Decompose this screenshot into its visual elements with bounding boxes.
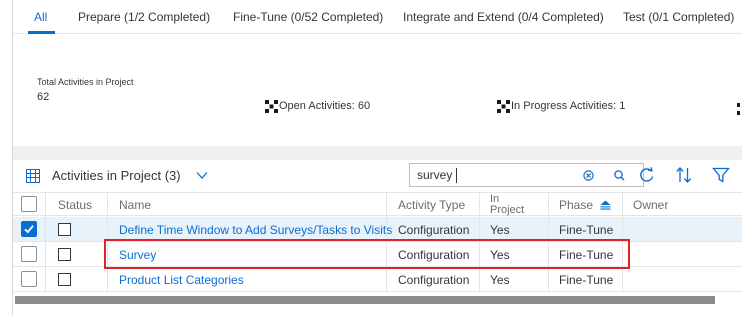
refresh-icon[interactable] <box>638 166 656 184</box>
activity-type-cell: Configuration <box>398 273 470 287</box>
project-summary-panel: Total Activities in Project 62 Open Acti… <box>13 34 742 146</box>
column-header-activity-type[interactable]: Activity Type <box>398 198 465 212</box>
sort-icon[interactable] <box>675 166 693 184</box>
select-all-checkbox[interactable] <box>21 196 37 212</box>
tab-all[interactable]: All <box>34 10 47 24</box>
table-grid-icon <box>26 169 40 183</box>
column-header-owner[interactable]: Owner <box>633 198 668 212</box>
clear-icon[interactable] <box>583 170 594 181</box>
horizontal-scrollbar[interactable] <box>15 296 715 304</box>
total-activities-value: 62 <box>37 91 50 103</box>
column-header-in-project[interactable]: In Project <box>490 194 524 216</box>
in-progress-activities-metric[interactable]: In Progress Activities: 1 <box>497 100 625 113</box>
status-checkbox[interactable] <box>58 248 71 261</box>
in-project-cell: Yes <box>490 273 510 287</box>
tab-prepare[interactable]: Prepare (1/2 Completed) <box>78 10 210 24</box>
table-header-row: Status Name Activity Type In Project Pha… <box>13 192 742 216</box>
highlight-box <box>104 239 630 269</box>
tab-test[interactable]: Test (0/1 Completed) <box>623 10 734 24</box>
row-select-checkbox[interactable] <box>21 246 37 262</box>
column-header-status[interactable]: Status <box>58 198 92 212</box>
in-progress-activities-text: In Progress Activities: 1 <box>511 100 626 112</box>
status-checkbox[interactable] <box>58 273 71 286</box>
table-toolbar: Activities in Project (3) survey <box>13 160 742 192</box>
row-select-checkbox[interactable] <box>21 271 37 287</box>
phase-cell: Fine-Tune <box>559 273 614 287</box>
activity-name-link[interactable]: Define Time Window to Add Surveys/Tasks … <box>119 223 392 237</box>
status-checkbox[interactable] <box>58 223 71 236</box>
column-header-phase[interactable]: Phase <box>559 198 611 212</box>
column-header-phase-label: Phase <box>559 198 594 212</box>
broken-image-icon <box>265 100 278 113</box>
open-activities-text: Open Activities: 60 <box>279 100 371 112</box>
table-title: Activities in Project (3) <box>52 168 181 183</box>
row-select-checkbox[interactable] <box>21 221 37 237</box>
open-activities-metric[interactable]: Open Activities: 60 <box>265 100 370 113</box>
phase-tab-bar: All Prepare (1/2 Completed) Fine-Tune (0… <box>13 0 742 34</box>
overflow-metric-icon <box>737 103 740 115</box>
table-row[interactable]: Product List Categories Configuration Ye… <box>13 267 742 292</box>
tab-fine-tune[interactable]: Fine-Tune (0/52 Completed) <box>233 10 383 24</box>
search-icon[interactable] <box>613 169 626 182</box>
text-cursor <box>456 168 457 183</box>
in-project-cell: Yes <box>490 223 510 237</box>
column-header-in-project-line2: Project <box>490 204 525 216</box>
activities-table: Activities in Project (3) survey Status … <box>13 160 742 315</box>
total-activities-label: Total Activities in Project <box>37 77 134 87</box>
check-icon <box>24 225 34 234</box>
activity-name-link[interactable]: Product List Categories <box>119 273 244 287</box>
broken-image-icon <box>497 100 510 113</box>
search-input-value: survey <box>417 168 453 182</box>
column-divider <box>45 193 46 293</box>
sort-ascending-icon <box>600 200 611 210</box>
activity-type-cell: Configuration <box>398 223 470 237</box>
section-gap <box>13 146 742 160</box>
search-input[interactable]: survey <box>409 163 644 187</box>
chevron-down-icon[interactable] <box>196 171 208 180</box>
phase-cell: Fine-Tune <box>559 223 614 237</box>
column-header-name[interactable]: Name <box>119 198 151 212</box>
filter-icon[interactable] <box>712 166 730 184</box>
tab-integrate-and-extend[interactable]: Integrate and Extend (0/4 Completed) <box>403 10 604 24</box>
